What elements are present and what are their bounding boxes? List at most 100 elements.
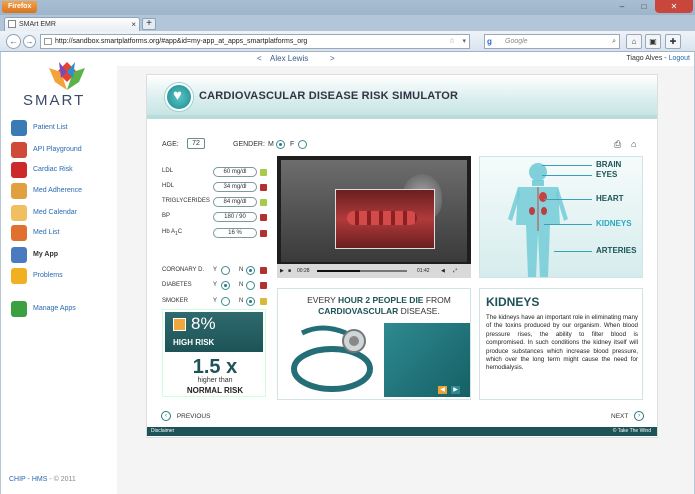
- eyes-leader-line: [542, 175, 592, 176]
- video-seek-bar[interactable]: [317, 270, 407, 272]
- forward-button[interactable]: →: [23, 35, 36, 48]
- status-indicator-icon: [260, 298, 267, 305]
- google-engine-icon[interactable]: g: [487, 36, 498, 47]
- age-input[interactable]: 72: [187, 138, 205, 149]
- sidebar-item-cardiac-risk[interactable]: Cardiac Risk: [11, 162, 115, 178]
- lab-value-input[interactable]: 34 mg/dl: [213, 182, 257, 192]
- sidebar-item-label: My App: [33, 251, 59, 258]
- sidebar-item-label: Patient List: [33, 124, 68, 131]
- url-dropdown-icon[interactable]: ▾: [462, 35, 466, 48]
- tab-strip: SMArt EMR × +: [0, 15, 695, 31]
- lab-value-input[interactable]: 180 / 90: [213, 212, 257, 222]
- organ-arteries-link[interactable]: ARTERIES: [596, 246, 636, 255]
- firefox-menu-button[interactable]: Firefox: [2, 1, 38, 13]
- lab-value-input[interactable]: 16 %: [213, 228, 257, 238]
- close-window-button[interactable]: ✕: [655, 0, 693, 13]
- risk-level-swatch-icon: [173, 318, 186, 331]
- risk-compare-text: higher than: [197, 377, 233, 384]
- search-bar[interactable]: g Google ⌕: [484, 34, 620, 49]
- risk-multiplier: 1.5 x: [192, 356, 238, 378]
- print-icon[interactable]: ⎙: [614, 139, 621, 150]
- sidebar-item-med-calendar[interactable]: Med Calendar: [11, 205, 115, 221]
- feed-button[interactable]: ✚: [665, 34, 681, 49]
- fact-text-part: FROM: [423, 295, 451, 305]
- condition-yes-label: Y: [213, 298, 218, 304]
- sidebar-item-label: Cardiac Risk: [33, 166, 73, 173]
- condition-no-radio[interactable]: [246, 266, 255, 275]
- prev-patient-button[interactable]: <: [257, 54, 262, 63]
- back-button[interactable]: ←: [6, 34, 21, 49]
- lab-label: Hb A1C: [162, 229, 182, 237]
- condition-no-label: N: [239, 267, 244, 273]
- home-button[interactable]: ⌂: [626, 34, 642, 49]
- organ-heart-link[interactable]: HEART: [596, 194, 624, 203]
- sidebar-item-label: Problems: [33, 272, 63, 279]
- fullscreen-icon[interactable]: ⤢: [453, 264, 457, 278]
- fact-text: EVERY HOUR 2 PEOPLE DIE FROM CARDIOVASCU…: [290, 295, 468, 317]
- chip-hms-link[interactable]: CHIP - HMS: [9, 476, 47, 483]
- sidebar-footer: CHIP - HMS - © 2011: [9, 476, 76, 483]
- video-player[interactable]: ▶ ■ 00:28 01:42 ◀ ⤢: [277, 156, 471, 278]
- new-tab-button[interactable]: +: [142, 18, 156, 30]
- condition-yes-label: Y: [213, 267, 218, 273]
- condition-no-radio[interactable]: [246, 297, 255, 306]
- stop-icon[interactable]: ■: [288, 264, 291, 278]
- home-icon[interactable]: ⌂: [631, 139, 636, 149]
- sidebar-item-manage-apps[interactable]: Manage Apps: [11, 301, 115, 317]
- app-title: CARDIOVASCULAR DISEASE RISK SIMULATOR: [199, 90, 459, 102]
- status-indicator-icon: [260, 230, 267, 237]
- previous-label: PREVIOUS: [176, 412, 211, 420]
- risk-level: HIGH RISK: [173, 338, 215, 347]
- sidebar-item-problems[interactable]: Problems: [11, 268, 115, 284]
- condition-yes-radio[interactable]: [221, 297, 230, 306]
- close-tab-icon[interactable]: ×: [131, 18, 136, 31]
- minimize-button[interactable]: –: [611, 0, 633, 13]
- fact-text-bold: HOUR 2 PEOPLE DIE: [337, 295, 424, 305]
- next-patient-button[interactable]: >: [330, 54, 335, 63]
- sidebar-item-patient-list[interactable]: Patient List: [11, 120, 115, 136]
- bookmark-star-icon[interactable]: ☆: [449, 35, 455, 48]
- gender-f-radio[interactable]: [298, 140, 307, 149]
- previous-arrow-icon: ‹: [161, 411, 171, 421]
- address-bar[interactable]: http://sandbox.smartplatforms.org/#app&i…: [40, 34, 470, 49]
- lab-value-input[interactable]: 60 mg/dl: [213, 167, 257, 177]
- sidebar-item-label: Med Adherence: [33, 187, 83, 194]
- fact-card: EVERY HOUR 2 PEOPLE DIE FROM CARDIOVASCU…: [277, 288, 471, 400]
- fact-text-bold: CARDIOVASCULAR: [318, 306, 399, 316]
- gender-m-radio[interactable]: [276, 140, 285, 149]
- maximize-button[interactable]: □: [633, 0, 655, 13]
- organ-eyes-link[interactable]: EYES: [596, 170, 617, 179]
- fact-next-icon[interactable]: ▶: [451, 386, 460, 394]
- search-placeholder: Google: [505, 38, 528, 45]
- play-icon[interactable]: ▶: [280, 264, 284, 278]
- sidebar-item-my-app[interactable]: My App: [11, 247, 115, 263]
- gender-label: GENDER:: [233, 141, 265, 148]
- organ-brain-link[interactable]: BRAIN: [596, 160, 621, 169]
- fact-prev-icon[interactable]: ◀: [438, 386, 447, 394]
- sidebar-item-med-adherence[interactable]: Med Adherence: [11, 183, 115, 199]
- age-label: AGE:: [162, 141, 179, 148]
- condition-no-radio[interactable]: [246, 281, 255, 290]
- condition-yes-radio[interactable]: [221, 266, 230, 275]
- search-icon[interactable]: ⌕: [612, 35, 616, 48]
- user-separator: -: [664, 55, 667, 62]
- condition-yes-radio[interactable]: [221, 281, 230, 290]
- disclaimer-link[interactable]: Disclaimer: [151, 428, 174, 434]
- sidebar-item-api-playground[interactable]: API Playground: [11, 142, 115, 158]
- lab-value-input[interactable]: 84 mg/dl: [213, 197, 257, 207]
- organ-kidneys-link[interactable]: KIDNEYS: [596, 219, 632, 228]
- previous-button[interactable]: ‹ PREVIOUS: [161, 411, 210, 421]
- logout-link[interactable]: Logout: [669, 55, 690, 62]
- organ-info-card: KIDNEYS The kidneys have an important ro…: [479, 288, 643, 400]
- heart-leader-line: [544, 199, 592, 200]
- header-stripe: [147, 115, 657, 119]
- volume-icon[interactable]: ◀: [441, 264, 445, 278]
- next-button[interactable]: NEXT ›: [611, 411, 645, 421]
- organ-info-text: The kidneys have an important role in el…: [486, 314, 638, 372]
- condition-yes-label: Y: [213, 282, 218, 288]
- browser-tab[interactable]: SMArt EMR ×: [4, 17, 140, 31]
- addon-toolbar-icon[interactable]: ▣: [645, 34, 661, 49]
- sidebar-item-med-list[interactable]: Med List: [11, 225, 115, 241]
- user-info: Tiago Alves - Logout: [626, 55, 690, 62]
- lab-label-suffix: C: [177, 229, 183, 235]
